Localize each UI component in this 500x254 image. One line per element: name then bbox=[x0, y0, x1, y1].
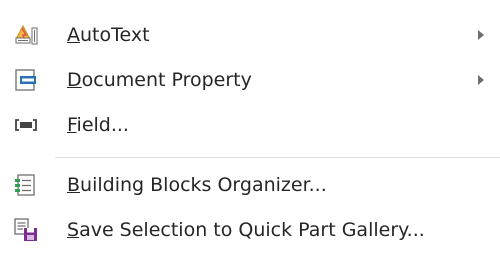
menu-separator bbox=[55, 157, 500, 158]
menu-item-autotext[interactable]: AutoText bbox=[0, 13, 500, 57]
menu-item-save-selection[interactable]: Save Selection to Quick Part Gallery... bbox=[0, 208, 500, 252]
building-blocks-icon bbox=[13, 172, 39, 198]
menu-item-field[interactable]: Field... bbox=[0, 103, 500, 147]
document-property-icon bbox=[13, 67, 39, 93]
submenu-arrow-icon bbox=[478, 30, 484, 40]
menu-item-label: Field... bbox=[67, 114, 129, 136]
menu-item-label: AutoText bbox=[67, 24, 150, 46]
quick-parts-menu: AutoText Document Property Field... Buil… bbox=[0, 0, 500, 254]
menu-item-label: Document Property bbox=[67, 69, 252, 91]
autotext-icon bbox=[13, 22, 39, 48]
menu-item-label: Building Blocks Organizer... bbox=[67, 174, 327, 196]
submenu-arrow-icon bbox=[478, 75, 484, 85]
menu-item-document-property[interactable]: Document Property bbox=[0, 58, 500, 102]
field-icon bbox=[13, 112, 39, 138]
menu-item-label: Save Selection to Quick Part Gallery... bbox=[67, 219, 425, 241]
save-selection-icon bbox=[13, 217, 39, 243]
menu-item-building-blocks-organizer[interactable]: Building Blocks Organizer... bbox=[0, 163, 500, 207]
